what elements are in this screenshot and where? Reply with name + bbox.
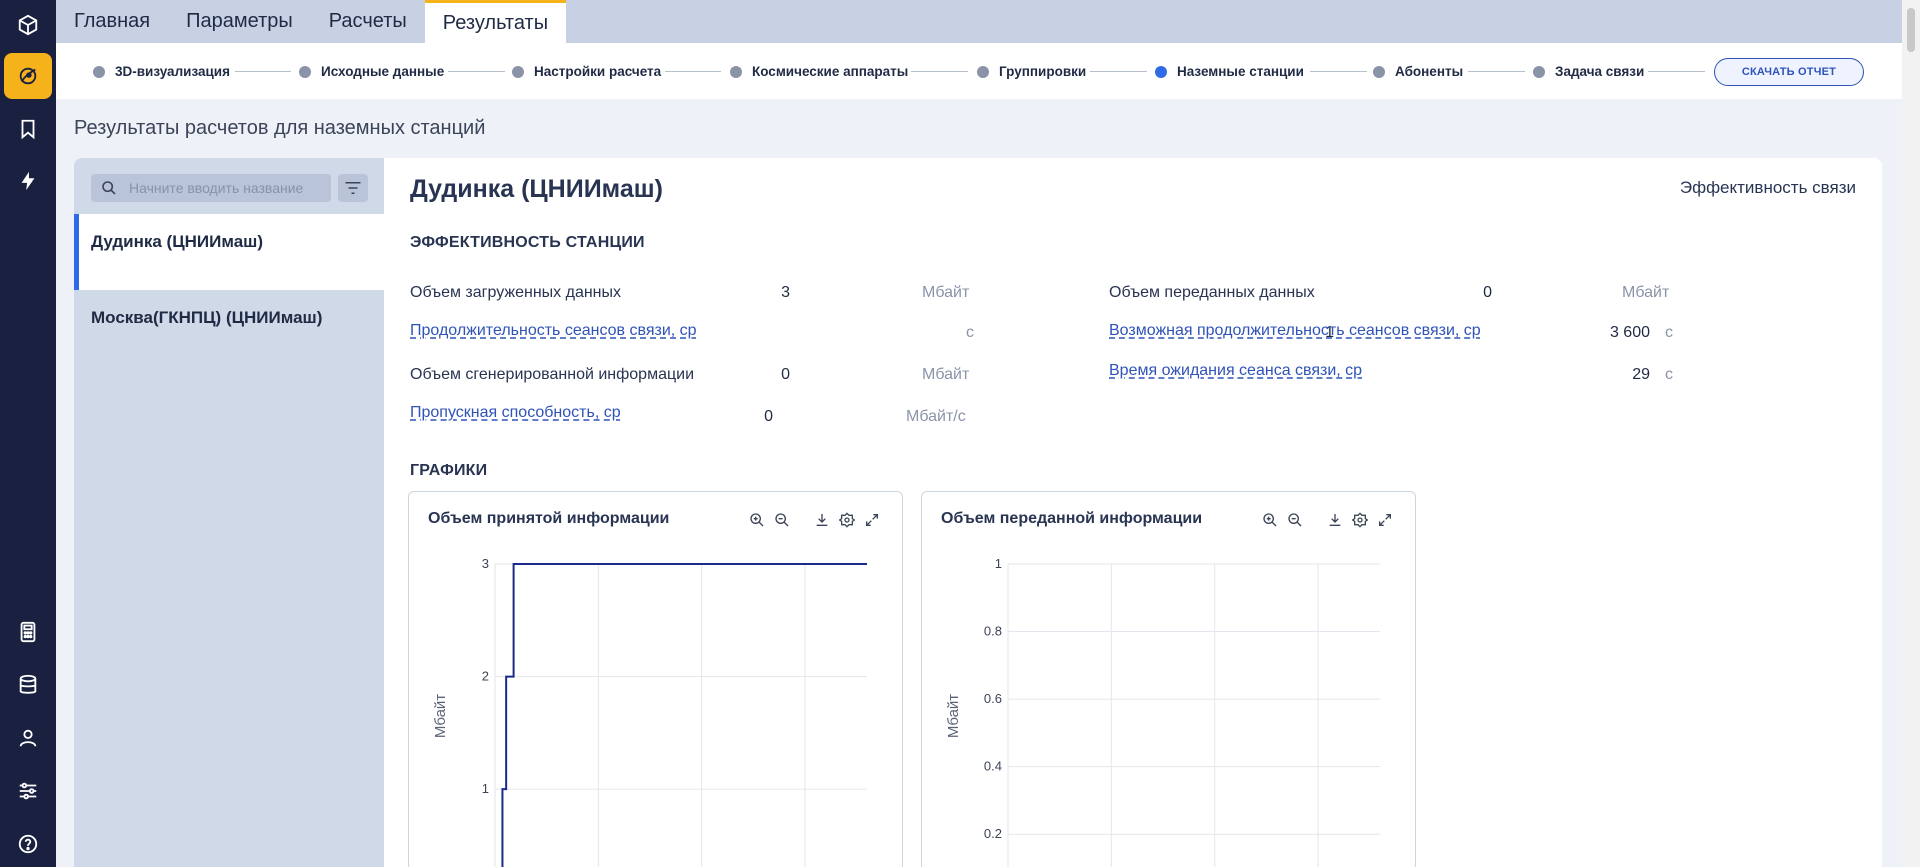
tab-main[interactable]: Главная — [56, 0, 168, 43]
y-tick-label: 3 — [482, 556, 489, 571]
search-icon — [102, 181, 116, 195]
metric-value: 0 — [764, 408, 773, 425]
metric-link[interactable]: Возможная продолжительность сеансов связ… — [1109, 322, 1481, 340]
y-tick-label: 0.6 — [984, 691, 1002, 706]
metric-unit: Мбайт/с — [906, 408, 966, 425]
step-connector — [235, 71, 291, 72]
y-tick-label: 0.8 — [984, 624, 1002, 639]
y-tick-label: 1 — [482, 781, 489, 796]
filter-icon — [345, 182, 361, 194]
calculator-icon[interactable] — [0, 609, 56, 655]
database-icon[interactable] — [0, 662, 56, 708]
bookmark-icon[interactable] — [0, 106, 56, 152]
metric-unit: Мбайт — [922, 284, 970, 301]
metric-label: Объем переданных данных — [1109, 284, 1315, 301]
metric-value: 0 — [1483, 284, 1492, 301]
section-heading-charts: ГРАФИКИ — [410, 462, 488, 479]
step-connector — [1648, 71, 1705, 72]
search-box — [91, 174, 331, 202]
step-dot — [1373, 65, 1385, 78]
step-label: Космические аппараты — [752, 64, 909, 79]
scrollbar-thumb[interactable] — [1907, 8, 1915, 52]
step-label: Группировки — [999, 64, 1087, 79]
step-dot-active — [1155, 65, 1167, 78]
help-icon[interactable] — [0, 821, 56, 867]
tab-parameters[interactable]: Параметры — [168, 0, 311, 43]
metric-link[interactable]: Продолжительность сеансов связи, ср — [410, 322, 697, 340]
step-constellations[interactable]: Группировки — [977, 64, 1086, 79]
y-tick-label: 2 — [482, 669, 489, 684]
step-connector — [1468, 71, 1525, 72]
metric-label: Объем сгенерированной информации — [410, 366, 695, 383]
station-item[interactable]: Москва(ГКНПЦ) (ЦНИИмаш) — [74, 290, 384, 366]
step-input-data[interactable]: Исходные данные — [299, 64, 444, 79]
tab-results[interactable]: Результаты — [424, 0, 567, 43]
step-connector — [1090, 71, 1147, 72]
step-dot — [977, 65, 989, 78]
chart-plot-received: 1 2 3 Мбайт — [432, 556, 867, 867]
station-list-panel: Дудинка (ЦНИИмаш) Москва(ГКНПЦ) (ЦНИИмаш… — [74, 158, 384, 867]
metric-link[interactable]: Время ожидания сеанса связи, ср — [1109, 362, 1362, 380]
step-connector — [448, 71, 505, 72]
metric-unit: Мбайт — [1622, 284, 1670, 301]
communication-efficiency-link[interactable]: Эффективность связи — [1680, 178, 1856, 198]
step-dot — [730, 65, 742, 78]
y-tick-label: 1 — [995, 556, 1002, 571]
step-spacecraft[interactable]: Космические аппараты — [730, 64, 908, 79]
sliders-icon[interactable] — [0, 768, 56, 814]
step-dot — [299, 65, 311, 78]
station-title: Дудинка (ЦНИИмаш) — [410, 175, 663, 203]
y-tick-label: 0.2 — [984, 826, 1002, 841]
cube-icon[interactable] — [0, 2, 56, 48]
y-axis-label: Мбайт — [945, 694, 962, 738]
step-dot — [512, 65, 524, 78]
step-label: Задача связи — [1555, 64, 1645, 79]
left-rail — [0, 0, 56, 867]
step-calc-settings[interactable]: Настройки расчета — [512, 64, 661, 79]
step-connector — [911, 71, 968, 72]
orbit-icon[interactable] — [0, 53, 56, 99]
chart-plot-transmitted: 0.2 0.4 0.6 0.8 1 Мбайт — [945, 556, 1380, 867]
chart-card-transmitted: Объем переданной информации 0.2 0.4 0.6 0.8… — [921, 491, 1416, 867]
download-report-button[interactable]: СКАЧАТЬ ОТЧЕТ — [1714, 58, 1864, 86]
series-line — [501, 563, 867, 867]
step-connector — [1310, 71, 1367, 72]
step-label: Исходные данные — [321, 64, 445, 79]
metric-value: 29 — [1632, 366, 1650, 383]
metric-unit: с — [1665, 324, 1673, 341]
step-label: 3D-визуализация — [115, 64, 230, 79]
metric-unit: с — [966, 324, 974, 341]
step-comm-task[interactable]: Задача связи — [1533, 64, 1644, 79]
tab-calculations[interactable]: Расчеты — [311, 0, 425, 43]
step-connector — [665, 71, 721, 72]
step-dot — [93, 65, 105, 78]
user-icon[interactable] — [0, 715, 56, 761]
vertical-scrollbar[interactable] — [1902, 0, 1920, 867]
step-label: Настройки расчета — [534, 64, 662, 79]
y-tick-label: 0.4 — [984, 759, 1002, 774]
metric-unit: Мбайт — [922, 366, 970, 383]
step-ground-stations[interactable]: Наземные станции — [1155, 64, 1304, 79]
step-dot — [1533, 65, 1545, 78]
search-input[interactable] — [129, 180, 309, 196]
chart-card-received: Объем принятой информации 1 2 3 Мбайт — [408, 491, 903, 867]
station-item[interactable]: Дудинка (ЦНИИмаш) — [74, 214, 384, 290]
step-subscribers[interactable]: Абоненты — [1373, 64, 1463, 79]
step-label: Абоненты — [1395, 64, 1464, 79]
page-title: Результаты расчетов для наземных станций — [74, 117, 486, 139]
metric-unit: с — [1665, 366, 1673, 383]
top-navigation: Главная Параметры Расчеты Результаты — [56, 0, 1902, 43]
metric-link[interactable]: Пропускная способность, ср — [410, 404, 621, 422]
step-label: Наземные станции — [1177, 64, 1304, 79]
metric-value: 3 — [781, 284, 790, 301]
metric-value: 3 600 — [1609, 324, 1650, 341]
step-3d-visualization[interactable]: 3D-визуализация — [93, 64, 230, 79]
filter-button[interactable] — [338, 174, 368, 202]
metric-label: Объем загруженных данных — [410, 284, 622, 301]
section-heading-efficiency: ЭФФЕКТИВНОСТЬ СТАНЦИИ — [410, 234, 645, 251]
metric-value: 0 — [781, 366, 790, 383]
lightning-icon[interactable] — [0, 158, 56, 204]
y-axis-label: Мбайт — [432, 694, 449, 738]
